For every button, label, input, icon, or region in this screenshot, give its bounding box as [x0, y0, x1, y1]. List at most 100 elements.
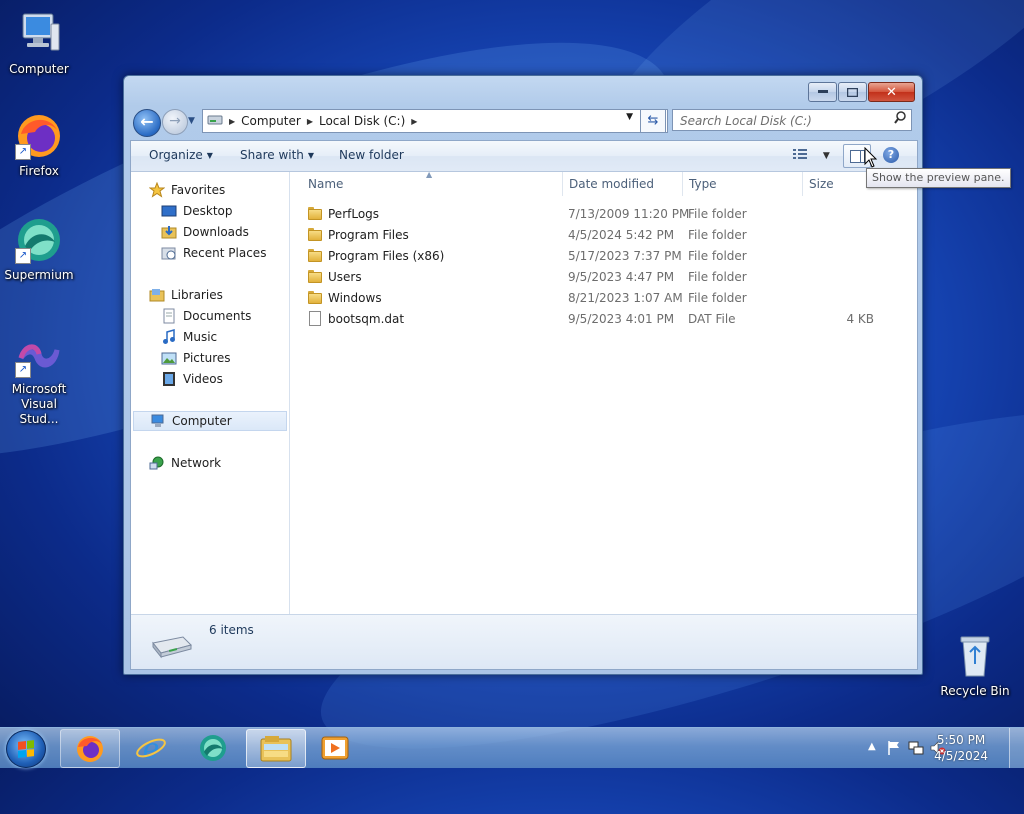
- file-row-bootsqm-dat[interactable]: bootsqm.dat 9/5/2023 4:01 PM DAT File 4 …: [306, 309, 896, 330]
- folder-icon: [308, 228, 322, 241]
- file-type: File folder: [688, 207, 747, 221]
- nav-videos[interactable]: Videos: [161, 369, 223, 389]
- column-divider[interactable]: [562, 172, 563, 196]
- file-type: File folder: [688, 249, 747, 263]
- organize-button[interactable]: Organize ▼: [149, 148, 213, 162]
- nav-libraries-label: Libraries: [171, 288, 223, 302]
- minimize-button[interactable]: [808, 82, 837, 102]
- svg-text:e: e: [143, 732, 160, 765]
- nav-desktop[interactable]: Desktop: [161, 201, 233, 221]
- window-caption-buttons: ✕: [808, 82, 915, 102]
- file-row-perflogs[interactable]: PerfLogs 7/13/2009 11:20 PM File folder: [306, 204, 896, 225]
- file-row-windows[interactable]: Windows 8/21/2023 1:07 AM File folder: [306, 288, 896, 309]
- nav-music-label: Music: [183, 330, 218, 344]
- desktop-icon-recycle-bin[interactable]: Recycle Bin: [936, 632, 1014, 699]
- nav-downloads-label: Downloads: [183, 225, 249, 239]
- nav-pictures[interactable]: Pictures: [161, 348, 231, 368]
- recent-pages-dropdown[interactable]: ▼: [188, 116, 195, 126]
- breadcrumb-computer[interactable]: Computer: [235, 114, 307, 128]
- folder-icon: [308, 291, 322, 304]
- clock-time: 5:50 PM: [936, 733, 986, 747]
- nav-network-label: Network: [171, 456, 222, 470]
- column-divider[interactable]: [802, 172, 803, 196]
- breadcrumb-local-disk[interactable]: Local Disk (C:): [313, 114, 411, 128]
- windows-logo-icon: [18, 740, 34, 758]
- recent-places-icon: [161, 245, 177, 261]
- file-icon: [309, 311, 321, 326]
- nav-network[interactable]: Network: [149, 453, 221, 473]
- new-folder-button[interactable]: New folder: [339, 148, 404, 162]
- file-name: Program Files (x86): [328, 249, 445, 263]
- column-date-modified[interactable]: Date modified: [569, 177, 654, 191]
- file-row-program-files-x86[interactable]: Program Files (x86) 5/17/2023 7:37 PM Fi…: [306, 246, 896, 267]
- network-status-icon[interactable]: [908, 740, 924, 756]
- change-view-button[interactable]: ▼: [793, 147, 830, 161]
- taskbar-file-explorer[interactable]: [246, 729, 306, 768]
- view-list-icon: [793, 149, 807, 159]
- nav-desktop-label: Desktop: [183, 204, 233, 218]
- show-hidden-icons-button[interactable]: ▲: [868, 741, 876, 752]
- share-with-label: Share with: [240, 148, 304, 162]
- star-icon: [148, 181, 166, 198]
- nav-favorites[interactable]: Favorites: [148, 180, 225, 200]
- close-button[interactable]: ✕: [868, 82, 915, 102]
- help-button[interactable]: ?: [883, 147, 899, 163]
- file-date: 8/21/2023 1:07 AM: [568, 291, 683, 305]
- preview-pane-icon: [850, 150, 865, 163]
- taskbar-firefox[interactable]: [60, 729, 120, 768]
- taskbar-supermium[interactable]: [184, 729, 242, 766]
- address-bar[interactable]: ▶ Computer ▶ Local Disk (C:) ▶ ▼: [202, 109, 668, 133]
- file-row-users[interactable]: Users 9/5/2023 4:47 PM File folder: [306, 267, 896, 288]
- chevron-right-icon[interactable]: ▶: [411, 117, 417, 126]
- downloads-folder-icon: [161, 224, 177, 240]
- refresh-button[interactable]: ⇆: [640, 109, 666, 133]
- back-button[interactable]: ←: [133, 109, 161, 137]
- desktop-icon-firefox[interactable]: ↗ Firefox: [0, 112, 78, 179]
- nav-music[interactable]: Music: [161, 327, 217, 347]
- system-tray: ▲ 5:50 PM 4/5/2024: [844, 728, 1024, 768]
- address-dropdown-icon[interactable]: ▼: [626, 112, 633, 122]
- visual-studio-icon: ↗: [15, 330, 63, 378]
- action-center-flag-icon[interactable]: [886, 740, 902, 756]
- start-button[interactable]: [6, 730, 46, 768]
- supermium-icon: ↗: [15, 216, 63, 264]
- taskbar-media-player[interactable]: [306, 729, 364, 766]
- file-date: 7/13/2009 11:20 PM: [568, 207, 690, 221]
- nav-downloads[interactable]: Downloads: [161, 222, 249, 242]
- nav-computer[interactable]: Computer: [133, 411, 287, 431]
- column-name[interactable]: Name: [308, 177, 343, 191]
- column-divider[interactable]: [682, 172, 683, 196]
- computer-icon: [150, 413, 166, 429]
- search-input[interactable]: Search Local Disk (C:): [672, 109, 912, 131]
- maximize-button[interactable]: [838, 82, 867, 102]
- share-with-button[interactable]: Share with ▼: [240, 148, 314, 162]
- file-row-program-files[interactable]: Program Files 4/5/2024 5:42 PM File fold…: [306, 225, 896, 246]
- desktop-icon-computer[interactable]: Computer: [0, 10, 78, 77]
- column-size[interactable]: Size: [809, 177, 834, 191]
- file-size: 4 KB: [846, 312, 874, 326]
- desktop-icon-label: Computer: [9, 62, 69, 76]
- computer-icon: [15, 10, 63, 58]
- shortcut-arrow-icon: ↗: [15, 248, 31, 264]
- desktop-icon-visual-studio[interactable]: ↗ Microsoft Visual Stud...: [0, 330, 78, 427]
- clock-date: 4/5/2024: [934, 749, 988, 763]
- clock[interactable]: 5:50 PM 4/5/2024: [934, 732, 988, 764]
- file-type: File folder: [688, 291, 747, 305]
- chevron-down-icon: ▼: [206, 151, 213, 160]
- network-icon: [149, 455, 165, 471]
- nav-libraries[interactable]: Libraries: [149, 285, 223, 305]
- search-icon[interactable]: [894, 110, 906, 132]
- file-explorer-icon: [260, 736, 292, 762]
- nav-recent-places[interactable]: Recent Places: [161, 243, 266, 263]
- column-type[interactable]: Type: [689, 177, 717, 191]
- forward-button[interactable]: →: [162, 109, 188, 135]
- explorer-content: Organize ▼ Share with ▼ New folder ▼ ? Fav…: [130, 140, 918, 670]
- chevron-down-icon[interactable]: ▼: [823, 151, 830, 161]
- desktop-icon-supermium[interactable]: ↗ Supermium: [0, 216, 78, 283]
- folder-icon: [308, 207, 322, 220]
- taskbar-internet-explorer[interactable]: e: [122, 729, 180, 766]
- nav-documents[interactable]: Documents: [161, 306, 251, 326]
- drive-location-icon: [207, 113, 223, 130]
- show-desktop-button[interactable]: [1009, 728, 1024, 768]
- folder-icon: [308, 249, 322, 262]
